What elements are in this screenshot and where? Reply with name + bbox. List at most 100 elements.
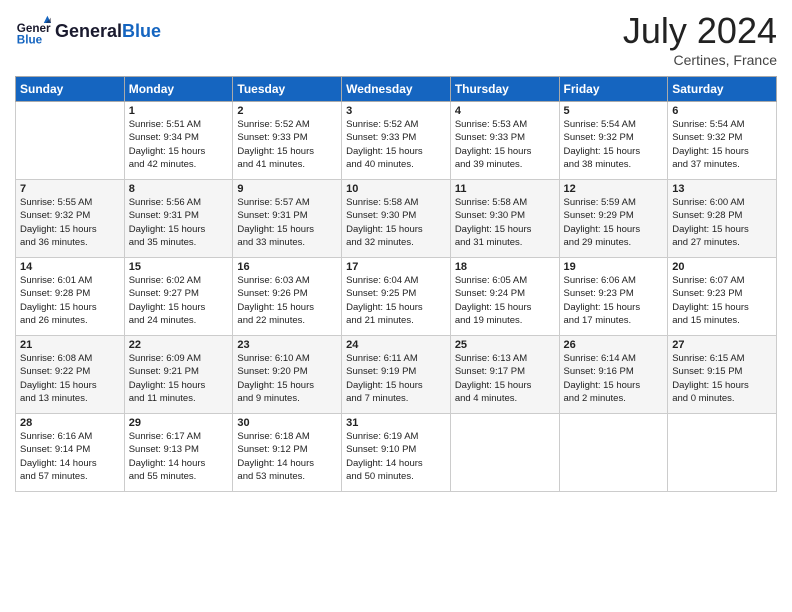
cell-info-line: Daylight: 15 hours [237, 223, 337, 236]
cell-info-line: Daylight: 15 hours [672, 145, 772, 158]
month-year-title: July 2024 [623, 10, 777, 52]
header-row: Sunday Monday Tuesday Wednesday Thursday… [16, 77, 777, 102]
day-number: 29 [129, 417, 229, 429]
cell-info-line: Daylight: 15 hours [564, 379, 664, 392]
cell-info-line: Sunrise: 6:18 AM [237, 430, 337, 443]
day-number: 14 [20, 261, 120, 273]
day-number: 1 [129, 105, 229, 117]
cell-info-line: Sunset: 9:21 PM [129, 365, 229, 378]
cell-info-line: Sunrise: 6:02 AM [129, 274, 229, 287]
cell-info-line: Sunset: 9:17 PM [455, 365, 555, 378]
cell-info-line: Daylight: 15 hours [346, 145, 446, 158]
cell-info-line: Sunrise: 5:58 AM [455, 196, 555, 209]
logo: General Blue General Blue [15, 14, 161, 50]
cell-info-line: Sunset: 9:23 PM [672, 287, 772, 300]
cell-info-line: Daylight: 15 hours [455, 145, 555, 158]
svg-text:Blue: Blue [17, 34, 43, 47]
cell-info-line: and 4 minutes. [455, 392, 555, 405]
cell-info-line: and 22 minutes. [237, 314, 337, 327]
col-sunday: Sunday [16, 77, 125, 102]
cell-info-line: Sunset: 9:32 PM [20, 209, 120, 222]
cell-info-line: Sunset: 9:31 PM [129, 209, 229, 222]
cell-info-line: Sunset: 9:14 PM [20, 443, 120, 456]
cell-info-line: and 57 minutes. [20, 470, 120, 483]
cell-info-line: Daylight: 15 hours [346, 379, 446, 392]
logo-icon: General Blue [15, 14, 51, 50]
calendar-table: Sunday Monday Tuesday Wednesday Thursday… [15, 76, 777, 492]
calendar-week-4: 21Sunrise: 6:08 AMSunset: 9:22 PMDayligh… [16, 336, 777, 414]
cell-info-line: and 39 minutes. [455, 158, 555, 171]
cell-info-line: Sunset: 9:23 PM [564, 287, 664, 300]
day-number: 18 [455, 261, 555, 273]
cell-info-line: Sunset: 9:33 PM [346, 131, 446, 144]
cell-info-line: Sunrise: 5:52 AM [346, 118, 446, 131]
day-number: 2 [237, 105, 337, 117]
cell-info-line: Sunset: 9:10 PM [346, 443, 446, 456]
cell-info-line: and 2 minutes. [564, 392, 664, 405]
cell-info-line: Sunset: 9:25 PM [346, 287, 446, 300]
calendar-cell: 1Sunrise: 5:51 AMSunset: 9:34 PMDaylight… [124, 102, 233, 180]
day-number: 13 [672, 183, 772, 195]
calendar-cell: 29Sunrise: 6:17 AMSunset: 9:13 PMDayligh… [124, 414, 233, 492]
cell-info-line: Sunrise: 5:54 AM [672, 118, 772, 131]
cell-info-line: and 37 minutes. [672, 158, 772, 171]
cell-info-line: Sunset: 9:32 PM [672, 131, 772, 144]
cell-info-line: and 41 minutes. [237, 158, 337, 171]
cell-info-line: Daylight: 15 hours [455, 223, 555, 236]
cell-info-line: and 27 minutes. [672, 236, 772, 249]
cell-info-line: and 50 minutes. [346, 470, 446, 483]
cell-info-line: Sunrise: 5:52 AM [237, 118, 337, 131]
cell-info-line: Daylight: 15 hours [129, 145, 229, 158]
calendar-cell: 22Sunrise: 6:09 AMSunset: 9:21 PMDayligh… [124, 336, 233, 414]
day-number: 12 [564, 183, 664, 195]
cell-info-line: Daylight: 15 hours [564, 301, 664, 314]
col-friday: Friday [559, 77, 668, 102]
cell-info-line: Sunset: 9:33 PM [455, 131, 555, 144]
cell-info-line: Sunset: 9:28 PM [20, 287, 120, 300]
day-number: 15 [129, 261, 229, 273]
calendar-cell: 5Sunrise: 5:54 AMSunset: 9:32 PMDaylight… [559, 102, 668, 180]
cell-info-line: Daylight: 15 hours [20, 301, 120, 314]
calendar-cell: 2Sunrise: 5:52 AMSunset: 9:33 PMDaylight… [233, 102, 342, 180]
logo-general: General [55, 21, 122, 41]
calendar-cell: 13Sunrise: 6:00 AMSunset: 9:28 PMDayligh… [668, 180, 777, 258]
cell-info-line: Sunrise: 6:07 AM [672, 274, 772, 287]
calendar-cell: 25Sunrise: 6:13 AMSunset: 9:17 PMDayligh… [450, 336, 559, 414]
cell-info-line: Sunset: 9:20 PM [237, 365, 337, 378]
calendar-cell [668, 414, 777, 492]
cell-info-line: and 42 minutes. [129, 158, 229, 171]
day-number: 3 [346, 105, 446, 117]
col-tuesday: Tuesday [233, 77, 342, 102]
cell-info-line: Daylight: 15 hours [346, 301, 446, 314]
calendar-cell: 6Sunrise: 5:54 AMSunset: 9:32 PMDaylight… [668, 102, 777, 180]
calendar-body: 1Sunrise: 5:51 AMSunset: 9:34 PMDaylight… [16, 102, 777, 492]
cell-info-line: Daylight: 15 hours [129, 379, 229, 392]
cell-info-line: Sunrise: 5:53 AM [455, 118, 555, 131]
cell-info-line: Daylight: 14 hours [129, 457, 229, 470]
day-number: 9 [237, 183, 337, 195]
day-number: 26 [564, 339, 664, 351]
cell-info-line: Sunrise: 6:05 AM [455, 274, 555, 287]
cell-info-line: Sunset: 9:15 PM [672, 365, 772, 378]
calendar-week-2: 7Sunrise: 5:55 AMSunset: 9:32 PMDaylight… [16, 180, 777, 258]
calendar-cell: 7Sunrise: 5:55 AMSunset: 9:32 PMDaylight… [16, 180, 125, 258]
day-number: 17 [346, 261, 446, 273]
cell-info-line: Sunset: 9:28 PM [672, 209, 772, 222]
cell-info-line: Sunset: 9:29 PM [564, 209, 664, 222]
cell-info-line: Sunrise: 6:04 AM [346, 274, 446, 287]
day-number: 23 [237, 339, 337, 351]
col-thursday: Thursday [450, 77, 559, 102]
cell-info-line: and 24 minutes. [129, 314, 229, 327]
cell-info-line: Daylight: 15 hours [237, 379, 337, 392]
calendar-cell: 15Sunrise: 6:02 AMSunset: 9:27 PMDayligh… [124, 258, 233, 336]
calendar-cell: 18Sunrise: 6:05 AMSunset: 9:24 PMDayligh… [450, 258, 559, 336]
calendar-cell: 21Sunrise: 6:08 AMSunset: 9:22 PMDayligh… [16, 336, 125, 414]
cell-info-line: Daylight: 14 hours [237, 457, 337, 470]
cell-info-line: and 9 minutes. [237, 392, 337, 405]
cell-info-line: Daylight: 15 hours [564, 145, 664, 158]
calendar-cell [559, 414, 668, 492]
cell-info-line: Sunrise: 5:55 AM [20, 196, 120, 209]
cell-info-line: Sunrise: 6:09 AM [129, 352, 229, 365]
calendar-cell: 17Sunrise: 6:04 AMSunset: 9:25 PMDayligh… [342, 258, 451, 336]
calendar-cell [450, 414, 559, 492]
